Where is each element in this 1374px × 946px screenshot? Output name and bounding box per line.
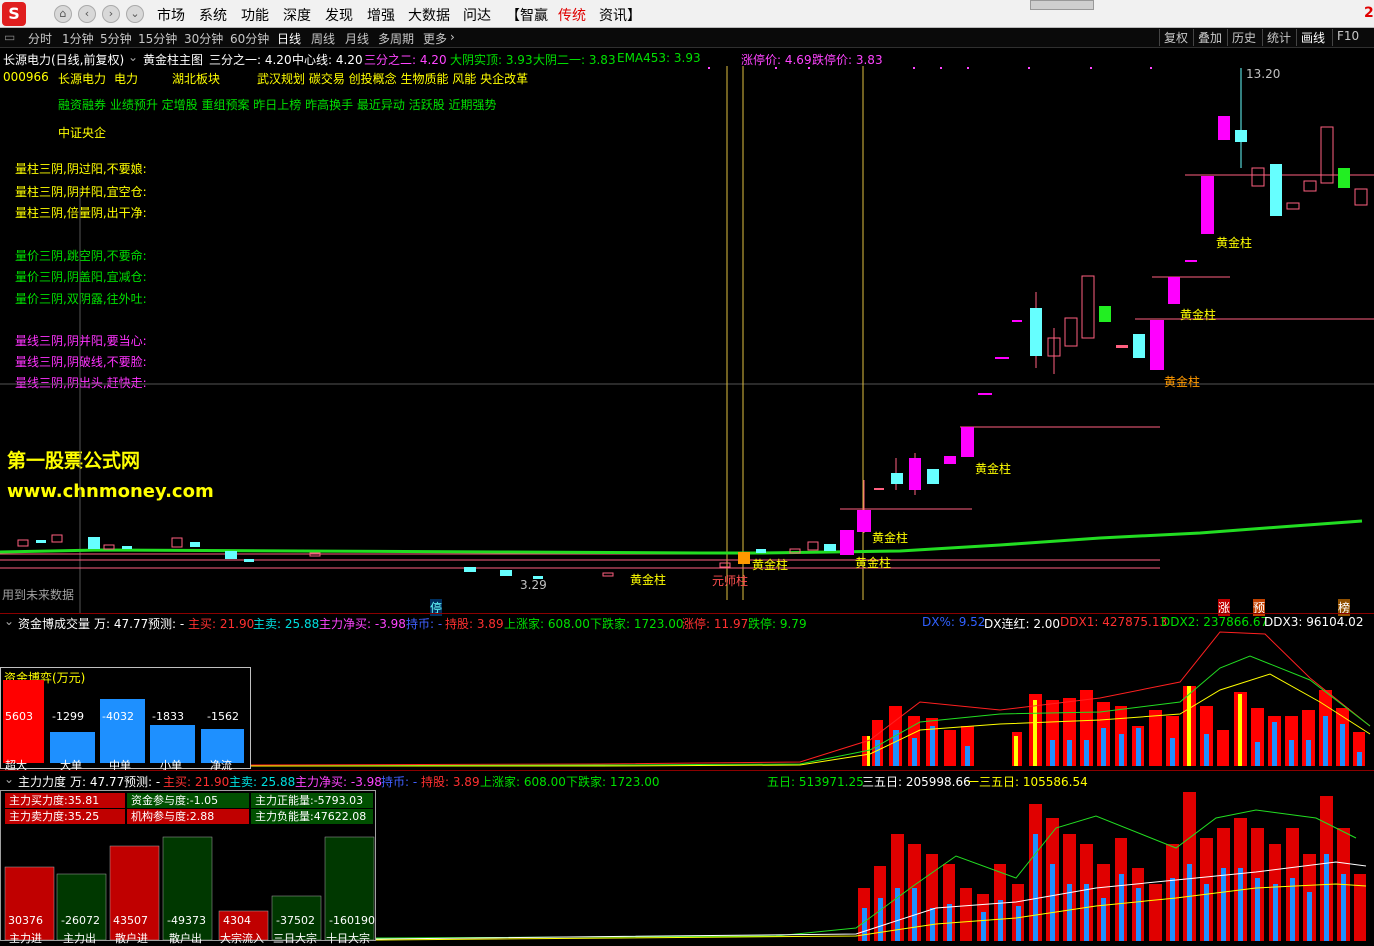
bar-value: -37502 [276,914,315,927]
top-menu-bar: S ⌂ ‹ › ⌄ 市场 系统 功能 深度 发现 增强 大数据 问达 【智赢 传… [0,0,1374,28]
menu-depth[interactable]: 深度 [283,5,311,25]
menu-market[interactable]: 市场 [157,5,185,25]
tool-stats[interactable]: 统计 [1262,29,1295,46]
tf-15min[interactable]: 15分钟 [138,30,177,47]
p2-legend-right: DDX2: 237866.67 [1161,615,1269,629]
low-price-label: 3.29 [520,578,547,592]
bar-value: 4304 [223,914,251,927]
golden-pillar-label: 黄金柱 [630,573,667,587]
timeframe-bar: ▭ 分时 1分钟 5分钟 15分钟 30分钟 60分钟 日线 周线 月线 多周期… [0,28,1374,48]
bar-value: 5603 [5,710,33,723]
golden-pillar-label: 黄金柱 [1216,236,1253,250]
bar-value: 43507 [113,914,148,927]
p3-legend: 主卖: 25.88 [229,775,296,789]
bar-value: -160190 [329,914,375,927]
bar-medium [100,699,145,763]
tf-1min[interactable]: 1分钟 [62,30,94,47]
bar-label: 十日大宗 [326,932,370,945]
main-force-chart[interactable] [376,788,1374,941]
tf-5min[interactable]: 5分钟 [100,30,132,47]
panel-dropdown-icon[interactable]: ⌄ [4,772,14,786]
window-drag-handle[interactable] [1030,0,1094,10]
capital-game-box: 资金博弈(万元) 5603 -1299 -4032 -1833 -1562 超大… [0,667,251,772]
menu-bigdata[interactable]: 大数据 [408,5,450,25]
bar-value: -49373 [167,914,206,927]
tf-multi[interactable]: 多周期 [378,30,414,47]
p3-legend: 万: 47.77 [70,775,125,789]
volume-bars [862,686,1365,766]
menu-function[interactable]: 功能 [241,5,269,25]
bar-value: -1833 [152,710,184,723]
p2-legend-right: DX%: 9.52 [922,615,986,629]
panel-dropdown-icon[interactable]: ⌄ [4,614,14,628]
tf-daily[interactable]: 日线 [277,30,301,47]
p3-legend: 主力净买: -3.98 [295,775,382,789]
golden-pillar-label: 黄金柱 [752,558,789,572]
p2-legend-right: DDX3: 96104.02 [1264,615,1364,629]
panel-divider[interactable] [0,770,1374,771]
tf-monthly[interactable]: 月线 [345,30,369,47]
bar-value: -26072 [61,914,100,927]
panel-divider[interactable] [0,613,1374,614]
tf-timeshare[interactable]: 分时 [28,30,52,47]
bar-label: 主力出 [63,932,96,945]
bar-label: 散户进 [115,932,148,945]
bar-value: 30376 [8,914,43,927]
tool-fuquan[interactable]: 复权 [1159,29,1192,46]
menu-system[interactable]: 系统 [199,5,227,25]
clock: 2 [1364,5,1374,21]
panel3-name[interactable]: 主力力度 [18,773,66,790]
p2-legend-right: DDX1: 427875.13 [1060,615,1168,629]
candlestick-chart[interactable] [0,48,1374,614]
menu-news[interactable]: 资讯】 [599,5,641,25]
chevron-right-icon[interactable]: › [450,30,455,44]
menu-zhiying[interactable]: 【智赢 [506,5,548,25]
app-logo-icon[interactable]: S [2,2,26,26]
menu-wenda[interactable]: 问达 [463,5,491,25]
bar-label: 三日大宗 [273,932,317,945]
bar-value: -1299 [52,710,84,723]
tf-60min[interactable]: 60分钟 [230,30,269,47]
tf-weekly[interactable]: 周线 [311,30,335,47]
menu-enhance[interactable]: 增强 [367,5,395,25]
bar-label: 散户出 [169,932,202,945]
tf-30min[interactable]: 30分钟 [184,30,223,47]
start-pillar-label: 元师柱 [712,574,749,588]
golden-pillar-label: 黄金柱 [1164,375,1201,389]
menu-dropdown-icon[interactable]: ⌄ [126,5,144,23]
high-price-label: 13.20 [1246,67,1281,81]
ema-line [0,519,1363,555]
tool-draw-line[interactable]: 画线 [1296,29,1329,46]
golden-pillar-label: 黄金柱 [975,462,1012,476]
tool-overlay[interactable]: 叠加 [1193,29,1226,46]
menu-discover[interactable]: 发现 [325,5,353,25]
bar-value: -1562 [207,710,239,723]
golden-pillar-label: 黄金柱 [1180,308,1217,322]
toolbar-toggle-icon[interactable]: ▭ [4,30,15,44]
golden-pillar-label: 黄金柱 [872,531,909,545]
forward-icon[interactable]: › [102,5,120,23]
p3-legend: 预测: - [124,775,161,789]
p3-legend: 主买: 21.90 [163,775,230,789]
menu-traditional[interactable]: 传统 [558,5,586,25]
golden-pillar-candles [840,68,1368,555]
bar-label: 大宗流入 [220,932,264,945]
tf-more[interactable]: 更多 [423,30,447,47]
tool-f10[interactable]: F10 [1332,29,1363,46]
main-force-box: 主力买力度:35.81 资金参与度:-1.05 主力正能量:-5793.03 主… [0,790,376,945]
bar-label: 主力进 [9,932,42,945]
tool-history[interactable]: 历史 [1227,29,1260,46]
home-icon[interactable]: ⌂ [54,5,72,23]
back-icon[interactable]: ‹ [78,5,96,23]
bar-value: -4032 [102,710,134,723]
golden-pillar-label: 黄金柱 [855,556,892,570]
